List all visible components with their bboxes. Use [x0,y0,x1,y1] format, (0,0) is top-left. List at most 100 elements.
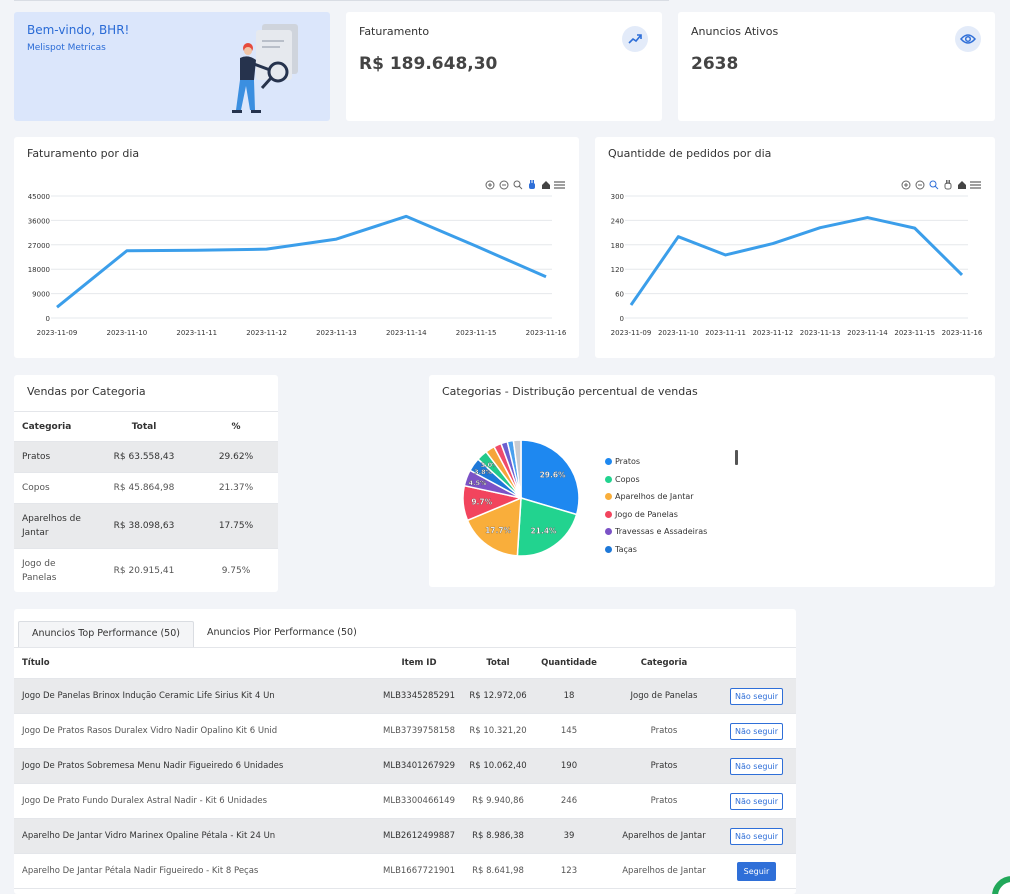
welcome-card: Bem-vindo, BHR! Melispot Metricas [14,12,330,121]
table-row: Jogo De Prato Fundo Duralex Astral Nadir… [14,783,796,819]
welcome-subtitle: Melispot Metricas [27,43,106,53]
tab-worst-performance[interactable]: Anuncios Pior Performance (50) [194,621,370,647]
unfollow-button[interactable]: Não seguir [729,792,784,810]
quantity-cell: 246 [527,783,611,819]
percent-cell: 9.75% [194,548,278,592]
y-tick-label: 120 [611,266,624,274]
category-cell: Pratos [14,441,94,473]
total-cell: R$ 38.098,63 [94,503,194,549]
chat-widget-button[interactable] [992,876,1010,894]
x-tick-label: 2023-11-11 [705,329,746,337]
quantity-cell: 145 [527,713,611,749]
category-cell: Pratos [611,783,717,819]
action-cell: Não seguir [717,713,796,749]
series-line [629,216,964,306]
column-header[interactable]: Título [14,647,369,679]
y-tick-label: 36000 [28,217,50,225]
column-header[interactable]: Total [94,411,194,442]
item-id-cell: MLB1667721901 [369,853,469,889]
tab-top-performance[interactable]: Anuncios Top Performance (50) [18,621,194,647]
column-header[interactable]: % [194,411,278,442]
table-row: Aparelho De Jantar Pétala Nadir Figueire… [14,853,796,889]
x-tick-label: 2023-11-14 [386,329,427,337]
legend-item[interactable]: Taças [605,541,725,559]
legend-marker [605,545,612,553]
column-header[interactable]: Quantidade [527,647,611,679]
pie-legend[interactable]: Pratos Copos Aparelhos de Jantar Jogo de Pa… [605,453,725,563]
legend-item[interactable]: Canecas [605,558,725,563]
revenue-chart-card: Faturamento por dia 0 9000 18000 27000 36000… [14,137,579,358]
orders-line-chart: 0 60 120 180 240 300 2023-11-09 2023-11-10 2023-… [611,193,983,337]
category-cell: Aparelhos de Jantar [14,503,94,549]
unfollow-button[interactable]: Não seguir [729,757,784,775]
unfollow-button[interactable]: Não seguir [729,687,784,705]
category-cell: Pratos [611,748,717,784]
pie-data-label: 29.6% [540,470,567,479]
legend-label: Pratos [615,457,641,467]
unfollow-button[interactable]: Não seguir [729,827,784,845]
sales-by-category-title: Vendas por Categoria [27,385,146,398]
legend-item[interactable]: Aparelhos de Jantar [605,488,725,506]
column-header[interactable]: Categoria [14,411,94,442]
listings-performance-card: Anuncios Top Performance (50) Anuncios P… [14,609,796,894]
pie-data-label: 21.4% [531,526,558,535]
x-tick-label: 2023-11-09 [611,329,652,337]
legend-label: Copos [615,474,640,484]
x-tick-label: 2023-11-16 [526,329,567,337]
action-cell: Não seguir [717,678,796,714]
action-cell: Não seguir [717,818,796,854]
x-tick-label: 2023-11-15 [456,329,497,337]
item-id-cell: MLB3401267929 [369,748,469,784]
category-cell: Aparelhos de Jantar [611,818,717,854]
listing-title-cell: Jogo De Pratos Sobremesa Menu Nadir Figu… [14,748,369,784]
column-header[interactable]: Categoria [611,647,717,679]
follow-button[interactable]: Seguir [736,861,777,881]
legend-item[interactable]: Pratos [605,453,725,471]
performance-tabs: Anuncios Top Performance (50) Anuncios P… [18,621,370,647]
quantity-cell: 123 [527,853,611,889]
percent-cell: 21.37% [194,472,278,504]
table-row: Copos R$ 45.864,98 21.37% [14,472,278,504]
category-cell: Aparelhos de Jantar [611,853,717,889]
item-id-cell: MLB3300466149 [369,783,469,819]
listing-title-cell: Aparelho De Jantar Vidro Marinex Opaline… [14,818,369,854]
x-tick-label: 2023-11-09 [37,329,78,337]
total-cell: R$ 10.062,40 [469,748,527,784]
table-row: Pratos R$ 63.558,43 29.62% [14,441,278,473]
x-tick-label: 2023-11-11 [176,329,217,337]
x-tick-label: 2023-11-10 [107,329,148,337]
revenue-stat-value: R$ 189.648,30 [359,54,498,74]
legend-label: Taças [615,544,637,554]
y-tick-label: 45000 [28,193,50,201]
item-id-cell: MLB3345285291 [369,678,469,714]
legend-marker [605,475,612,483]
revenue-stat-card: Faturamento R$ 189.648,30 [346,12,662,121]
legend-item[interactable]: Jogo de Panelas [605,506,725,524]
x-tick-label: 2023-11-10 [658,329,699,337]
listings-table: Título Item ID Total Quantidade Categori… [14,647,796,889]
total-cell: R$ 8.986,38 [469,818,527,854]
x-tick-label: 2023-11-12 [246,329,287,337]
x-tick-label: 2023-11-12 [753,329,794,337]
x-tick-label: 2023-11-16 [942,329,983,337]
active-listings-label: Anuncios Ativos [691,25,779,38]
x-tick-label: 2023-11-13 [316,329,357,337]
legend-label: Travessas e Assadeiras [615,527,708,537]
legend-label: Aparelhos de Jantar [615,492,694,502]
legend-marker [605,510,612,518]
legend-scrollbar[interactable] [735,450,738,465]
legend-item[interactable]: Copos [605,471,725,489]
total-cell: R$ 63.558,43 [94,441,194,473]
y-tick-label: 180 [611,242,624,250]
legend-item[interactable]: Travessas e Assadeiras [605,523,725,541]
category-cell: Copos [14,472,94,504]
quantity-cell: 18 [527,678,611,714]
unfollow-button[interactable]: Não seguir [729,722,784,740]
legend-marker [605,493,612,501]
item-id-cell: MLB2612499887 [369,818,469,854]
column-header[interactable]: Item ID [369,647,469,679]
action-cell: Seguir [717,853,796,889]
column-header[interactable]: Total [469,647,527,679]
total-cell: R$ 20.915,41 [94,548,194,592]
table-row: Aparelho De Jantar Vidro Marinex Opaline… [14,818,796,854]
